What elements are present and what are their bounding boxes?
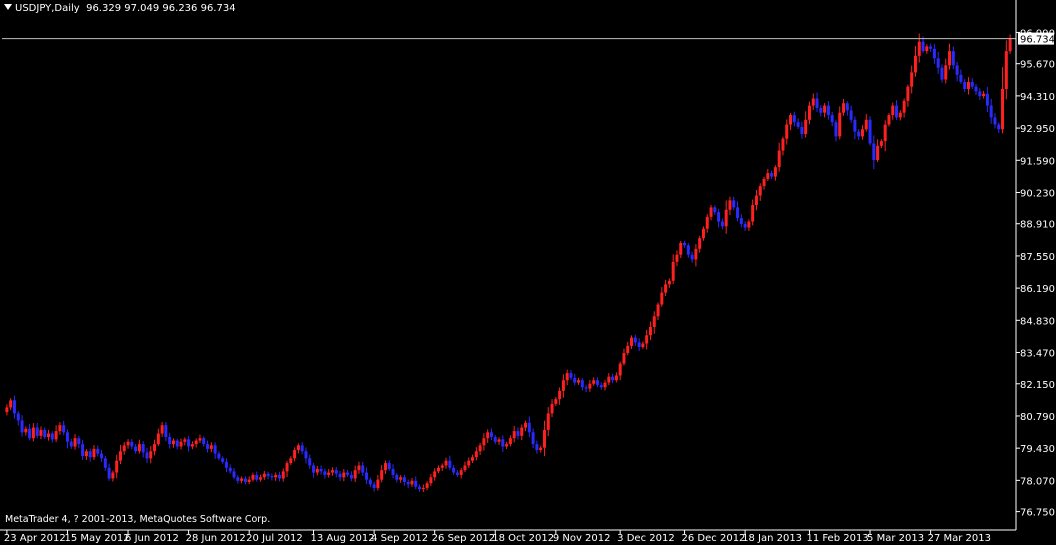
y-tick-label: 94.310: [1020, 92, 1055, 103]
y-tick-label: 87.550: [1020, 252, 1055, 263]
x-tick: 4 Sep 2012: [371, 530, 428, 544]
y-tick-label: 95.670: [1020, 60, 1055, 71]
x-tick: 6 Jun 2012: [125, 530, 179, 544]
x-tick-label: 27 Mar 2013: [928, 533, 991, 544]
x-tick: 28 Jun 2012: [186, 530, 246, 544]
x-tick-label: 28 Jun 2012: [186, 533, 246, 544]
x-tick: 15 May 2012: [64, 530, 130, 544]
y-tick: 92.950: [1016, 124, 1055, 135]
x-tick: 20 Jul 2012: [246, 530, 303, 544]
y-tick: 78.070: [1016, 476, 1055, 487]
y-tick: 79.430: [1016, 444, 1055, 455]
y-tick: 90.230: [1016, 188, 1055, 199]
x-tick: 27 Mar 2013: [928, 530, 991, 544]
y-tick: 91.590: [1016, 156, 1055, 167]
time-axis: 23 Apr 201215 May 20126 Jun 2012 28 Jun 2…: [4, 530, 991, 544]
y-tick-label: 82.150: [1020, 380, 1055, 391]
x-tick: 26 Sep 2012: [432, 530, 495, 544]
x-tick-label: 20 Jul 2012: [246, 533, 303, 544]
x-tick-label: 4 Sep 2012: [371, 533, 428, 544]
y-tick-label: 86.190: [1020, 284, 1055, 295]
y-tick-label: 80.790: [1020, 412, 1055, 423]
x-tick-label: 3 Dec 2012: [617, 533, 675, 544]
x-tick: 3 Dec 2012: [617, 530, 675, 544]
y-tick: 88.910: [1016, 220, 1055, 231]
x-tick: 5 Mar 2013: [867, 530, 924, 544]
dropdown-triangle-icon[interactable]: [4, 4, 12, 10]
x-tick-label: 15 May 2012: [64, 533, 129, 544]
x-tick: 9 Nov 2012: [553, 530, 611, 544]
y-tick: 82.150: [1016, 380, 1055, 391]
x-tick-label: 26 Sep 2012: [432, 533, 495, 544]
y-tick-label: 91.590: [1020, 156, 1055, 167]
x-tick-label: 13 Aug 2012: [311, 533, 375, 544]
y-tick-label: 90.230: [1020, 188, 1055, 199]
y-tick-label: 92.950: [1020, 124, 1055, 135]
x-tick-label: 5 Mar 2013: [867, 533, 924, 544]
x-tick-label: 18 Oct 2012: [492, 533, 554, 544]
y-tick-label: 79.430: [1020, 444, 1055, 455]
x-tick-label: 6 Jun 2012: [125, 533, 179, 544]
y-tick: 86.190: [1016, 284, 1055, 295]
chart-symbol: USDJPY,Daily: [15, 3, 80, 14]
current-price-label: 96.734: [1018, 32, 1055, 46]
y-tick-label: 78.070: [1020, 476, 1055, 487]
x-tick-label: 23 Apr 2012: [4, 533, 66, 544]
x-tick: 13 Aug 2012: [311, 530, 375, 544]
price-label-text: 96.734: [1020, 35, 1055, 46]
y-tick-label: 84.830: [1020, 316, 1055, 327]
y-tick: 95.670: [1016, 60, 1055, 71]
x-tick: 18 Oct 2012: [492, 530, 554, 544]
y-tick-label: 83.470: [1020, 349, 1055, 360]
candle: [887, 113, 891, 127]
copyright-text: MetaTrader 4, ? 2001-2013, MetaQuotes So…: [5, 514, 271, 525]
y-tick-label: 88.910: [1020, 220, 1055, 231]
y-tick: 83.470: [1016, 349, 1055, 360]
y-tick: 80.790: [1016, 412, 1055, 423]
x-tick-label: 11 Feb 2013: [806, 533, 868, 544]
x-tick: 18 Jan 2013: [742, 530, 802, 544]
x-tick: 11 Feb 2013: [806, 530, 869, 544]
y-tick-label: 76.750: [1020, 508, 1055, 519]
x-tick-label: 18 Jan 2013: [742, 533, 802, 544]
x-tick-label: 9 Nov 2012: [553, 533, 611, 544]
x-tick: 26 Dec 2012: [682, 530, 746, 544]
y-tick: 94.310: [1016, 92, 1055, 103]
candle: [868, 116, 872, 146]
y-tick: 87.550: [1016, 252, 1055, 263]
y-tick: 76.750: [1016, 508, 1055, 519]
chart-header: USDJPY,Daily 96.329 97.049 96.236 96.734: [4, 3, 236, 14]
candlestick-chart: 96.99095.67094.31092.95091.59090.23088.9…: [0, 0, 1056, 545]
x-tick-label: 26 Dec 2012: [682, 533, 746, 544]
x-tick: 23 Apr 2012: [4, 530, 66, 544]
y-tick: 84.830: [1016, 316, 1055, 327]
chart-ohlc: 96.329 97.049 96.236 96.734: [86, 3, 236, 14]
